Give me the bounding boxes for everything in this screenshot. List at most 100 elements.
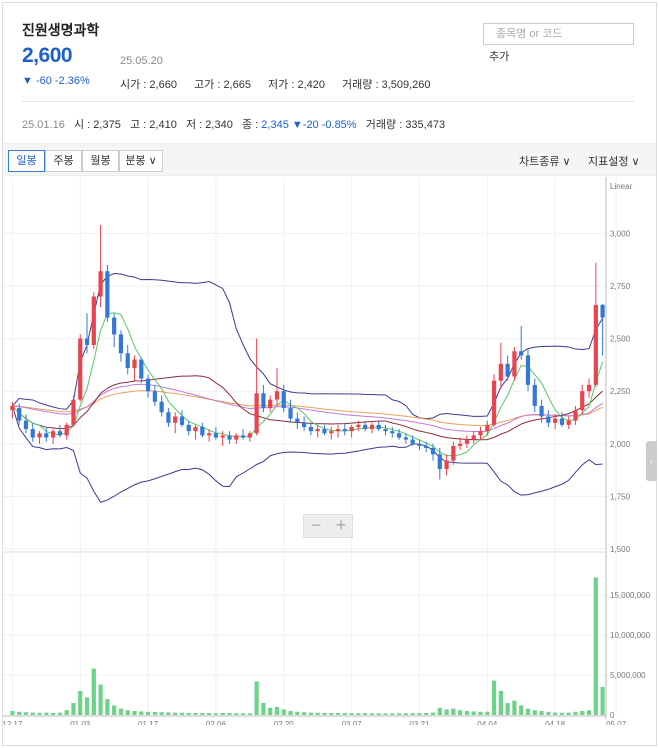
volume-bar [125,710,130,715]
candle-body [234,435,239,440]
candle-body [91,296,96,345]
zoom-out-button[interactable]: − [304,515,328,537]
price-tick-label: 1,750 [610,492,631,501]
indicator-settings-menu[interactable]: 지표설정 ∨ [588,153,640,169]
candle-body [437,454,442,470]
volume-bar [390,713,395,715]
volume-bar [329,712,334,715]
candle-body [64,424,69,436]
candle-body [559,418,565,425]
volume-bar [525,708,531,715]
volume-bar [369,713,375,715]
volume-bar [78,691,83,715]
volume-bar [417,713,422,715]
volume-bar [342,713,347,715]
volume-bar [64,710,69,715]
volume-bar [139,711,144,715]
price-tick-label: 2,000 [610,440,631,449]
volume-bar [240,713,246,715]
candle-body [539,405,544,417]
candle-body [98,271,103,297]
candle-body [125,353,130,369]
volume-bar [356,713,361,715]
quote-date: 25.05.20 [120,55,163,67]
candle-body [525,355,531,385]
volume-bar [213,713,219,715]
volume-bar [471,711,476,715]
candle-body [50,431,56,438]
volume-bar [159,712,164,715]
stock-chart[interactable]: 3,000 2,750 2,500 2,250 2,000 1,750 1,500 15,00… [3,177,653,725]
volume-bar [274,707,280,715]
candle-body [200,426,205,436]
volume-bar [539,711,544,715]
bollinger-lower-line [11,405,603,503]
tab-daily[interactable]: 일봉 [8,150,45,172]
volume-bar [71,703,76,715]
candle-body [396,433,402,438]
ma-20-line [12,375,603,441]
candle-body [227,435,232,440]
candle-body [417,443,422,446]
open-stat: 시가 : 2,660 [120,79,177,91]
candle-body [71,399,76,425]
add-button[interactable]: 추가 [489,48,509,64]
volume-bar [410,713,415,715]
x-tick-label: 01.03 [70,720,91,725]
chart-toolbar: 일봉 주봉 월봉 분봉 ∨ 차트종류 ∨ 지표설정 ∨ [3,143,656,176]
candle-body [505,363,510,377]
candle-body [430,448,436,455]
volume-bar [220,713,225,715]
volume-tick-label: 5,000,000 [610,671,646,680]
price-tick-label: 2,500 [610,335,631,344]
volume-bar [335,713,341,715]
candle-body [349,426,354,432]
chart-type-menu[interactable]: 차트종류 ∨ [519,153,571,169]
volume-bar [207,713,212,715]
volume-bar [30,712,35,715]
x-tick-label: 12.17 [3,720,23,725]
candle-body [546,416,551,423]
volume-bar [383,713,388,715]
candle-body [444,460,449,470]
volume-bar [315,712,320,715]
volume-bar [186,712,191,715]
candle-body [471,435,476,440]
volume-bar [485,711,490,715]
side-panel-toggle[interactable]: ‹ [646,441,657,481]
candle-body [369,424,375,430]
zoom-in-button[interactable]: + [329,515,353,537]
volume-bar [573,711,578,715]
search-input[interactable] [483,23,634,45]
candle-body [145,378,151,392]
candle-body [186,424,191,432]
volume-bar [57,712,62,715]
tab-monthly[interactable]: 월봉 [82,150,119,172]
candle-body [302,422,307,427]
candle-body [139,359,144,379]
candle-body [254,393,259,434]
volume-bar [376,713,381,715]
x-tick-label: 04.18 [545,720,566,725]
candle-body [220,435,225,438]
candle-body [580,391,585,411]
candle-body [105,271,110,318]
candle-body [152,391,157,402]
volume-bar [458,710,463,715]
volume-bar [50,713,56,715]
candle-body [390,431,395,434]
candle-body [207,433,212,436]
candle-body [30,429,35,438]
volume-bar [227,713,232,715]
candle-body [193,426,198,432]
volume-bar [546,711,551,715]
volume-bar [179,712,185,715]
volume-bar [112,705,117,715]
volume-bar [403,713,408,715]
volume-bar [234,713,239,715]
candle-body [451,445,456,461]
hover-date: 25.01.16 [22,119,65,131]
tab-weekly[interactable]: 주봉 [45,150,82,172]
tab-minute[interactable]: 분봉 ∨ [119,150,163,172]
candle-body [268,399,273,409]
